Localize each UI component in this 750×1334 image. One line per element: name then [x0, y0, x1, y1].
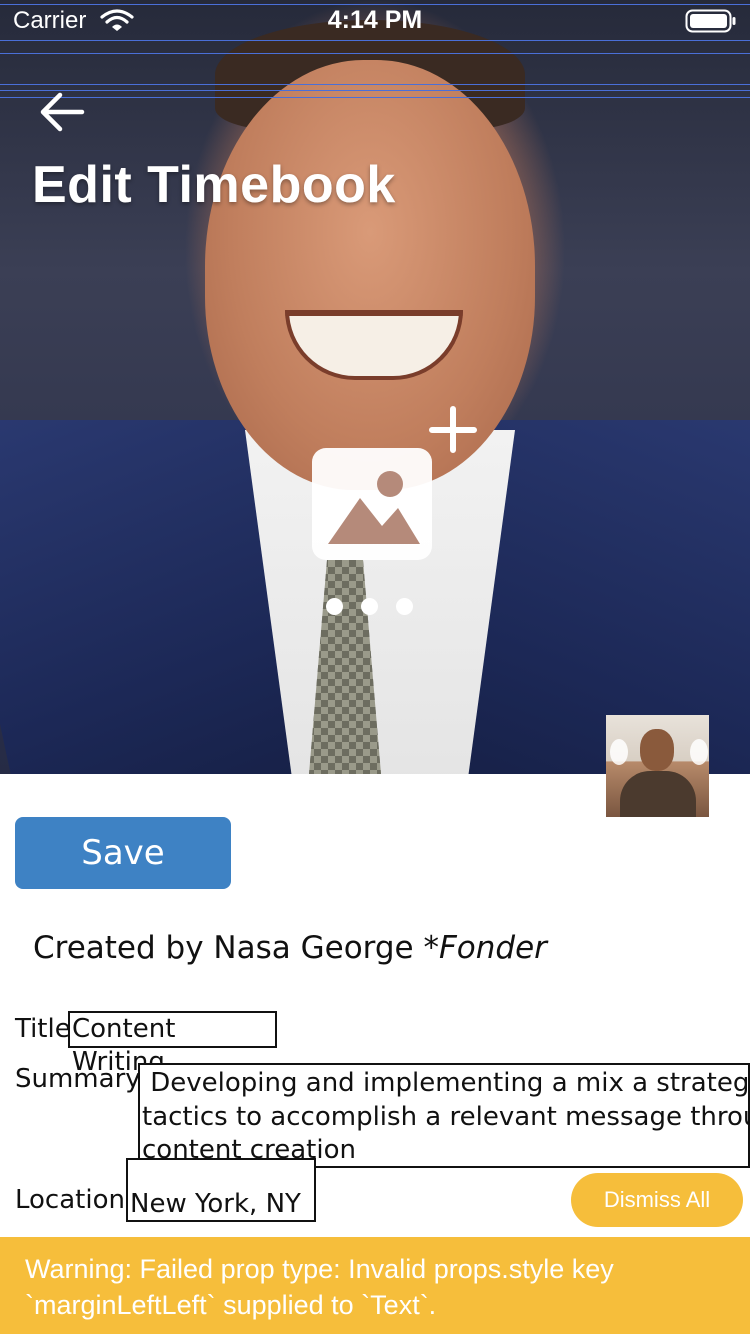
- creator-name: Created by Nasa George: [33, 930, 424, 966]
- dot: [396, 598, 413, 615]
- status-bar: Carrier 4:14 PM: [0, 0, 750, 42]
- arrow-left-icon[interactable]: [36, 88, 88, 136]
- avatar-bg-balloon: [610, 739, 628, 765]
- warning-banner[interactable]: Warning: Failed prop type: Invalid props…: [0, 1237, 750, 1334]
- location-label: Location: [15, 1185, 125, 1215]
- avatar-head: [640, 729, 674, 771]
- summary-field[interactable]: Developing and implementing a mix a stra…: [138, 1063, 750, 1168]
- layout-guide-line: [0, 84, 750, 85]
- title-field[interactable]: Content Writing: [68, 1011, 277, 1077]
- dismiss-all-button[interactable]: Dismiss All: [571, 1173, 743, 1227]
- layout-guide-line: [0, 97, 750, 98]
- image-add-icon[interactable]: [308, 404, 478, 564]
- created-by-text: Created by Nasa George *Fonder: [33, 930, 547, 966]
- cover-photo: [0, 0, 750, 774]
- user-avatar[interactable]: [606, 715, 709, 817]
- avatar-bg-balloon: [690, 739, 708, 765]
- battery-full-icon: [685, 9, 736, 33]
- layout-guide-line: [0, 90, 750, 91]
- location-field[interactable]: New York, NY: [126, 1158, 316, 1222]
- title-label: Title: [15, 1014, 71, 1044]
- dot: [326, 598, 343, 615]
- avatar-body: [620, 771, 696, 817]
- status-time: 4:14 PM: [327, 6, 423, 34]
- save-button[interactable]: Save: [15, 817, 231, 889]
- page-title: Edit Timebook: [32, 156, 396, 214]
- summary-label: Summary: [15, 1064, 141, 1094]
- location-value: New York, NY: [130, 1188, 301, 1219]
- dot: [361, 598, 378, 615]
- more-horizontal-icon[interactable]: [320, 595, 420, 619]
- layout-guide-line: [0, 53, 750, 54]
- creator-role: *Fonder: [423, 930, 547, 966]
